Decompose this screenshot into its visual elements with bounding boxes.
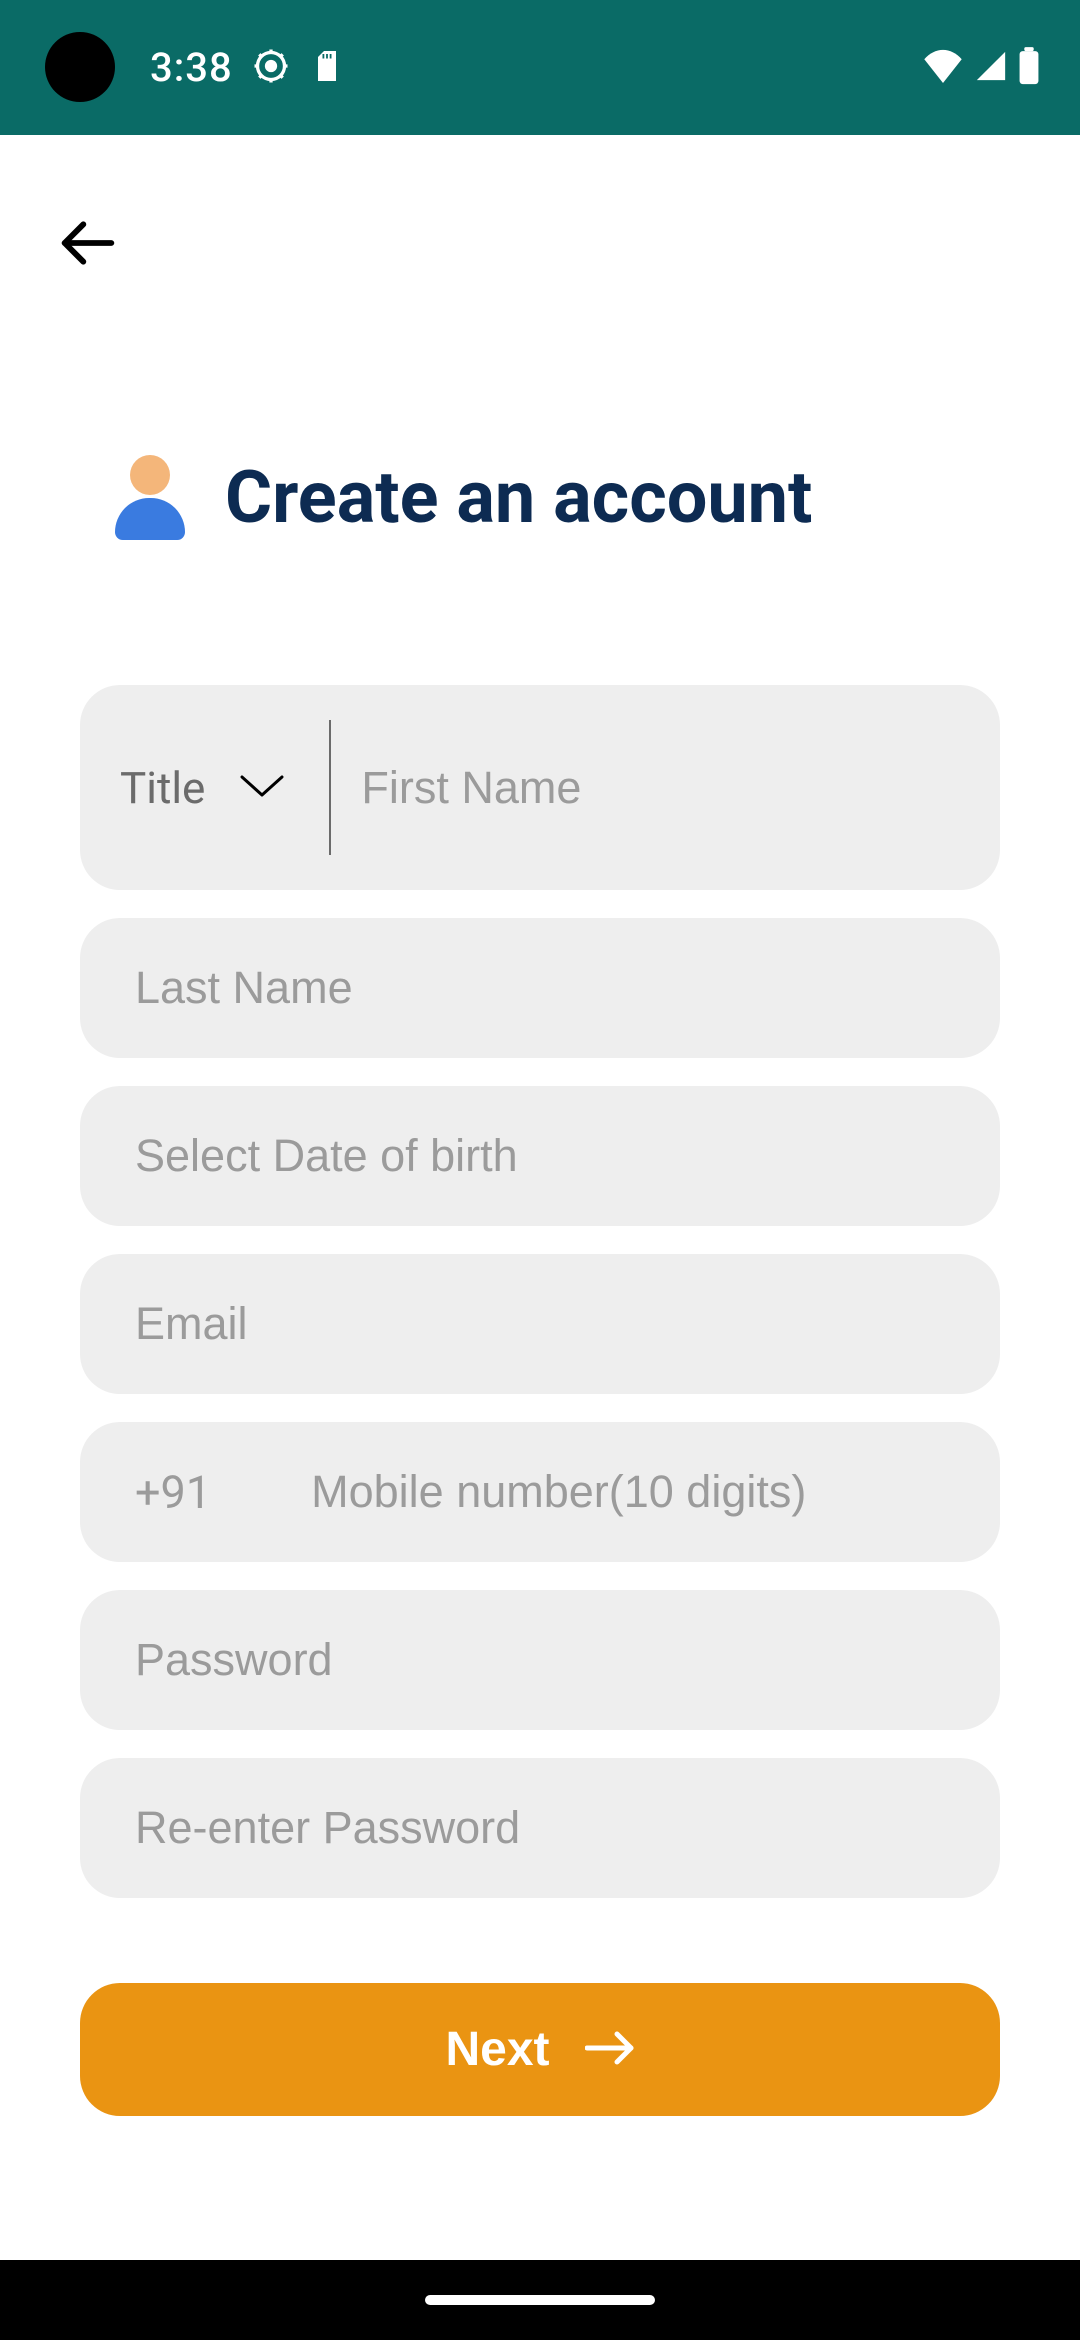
last-name-field (80, 918, 1000, 1058)
arrow-right-icon (585, 2031, 635, 2068)
navigation-bar (0, 2260, 1080, 2340)
title-firstname-field: Title (80, 685, 1000, 890)
next-button-label: Next (445, 2022, 549, 2077)
signal-icon (974, 49, 1008, 87)
camera-cutout (45, 32, 115, 102)
back-arrow-icon[interactable] (60, 256, 116, 275)
mobile-field: +91 (80, 1422, 1000, 1562)
sd-card-icon (309, 48, 345, 88)
dob-field (80, 1086, 1000, 1226)
mobile-input[interactable] (311, 1466, 945, 1518)
password-field (80, 1590, 1000, 1730)
email-input[interactable] (135, 1298, 945, 1350)
chevron-down-icon (240, 775, 284, 801)
dob-input[interactable] (135, 1130, 945, 1182)
create-account-form: Title +91 (0, 540, 1080, 2116)
next-button[interactable]: Next (80, 1983, 1000, 2116)
status-time: 3:38 (150, 44, 233, 91)
email-field (80, 1254, 1000, 1394)
main-content: Create an account Title +91 (0, 135, 1080, 2260)
battery-icon (1018, 47, 1040, 89)
password-input[interactable] (135, 1634, 945, 1686)
reenter-password-field (80, 1758, 1000, 1898)
home-handle[interactable] (425, 2295, 655, 2305)
status-bar: 3:38 (0, 0, 1080, 135)
wifi-icon (922, 49, 964, 87)
title-label: Title (120, 762, 205, 814)
last-name-input[interactable] (135, 962, 945, 1014)
gear-icon (253, 48, 289, 88)
phone-prefix-label: +91 (135, 1466, 311, 1519)
first-name-input[interactable] (331, 762, 945, 814)
reenter-password-input[interactable] (135, 1802, 945, 1854)
person-icon (115, 455, 185, 540)
title-dropdown[interactable]: Title (120, 720, 329, 855)
page-title: Create an account (225, 455, 812, 540)
